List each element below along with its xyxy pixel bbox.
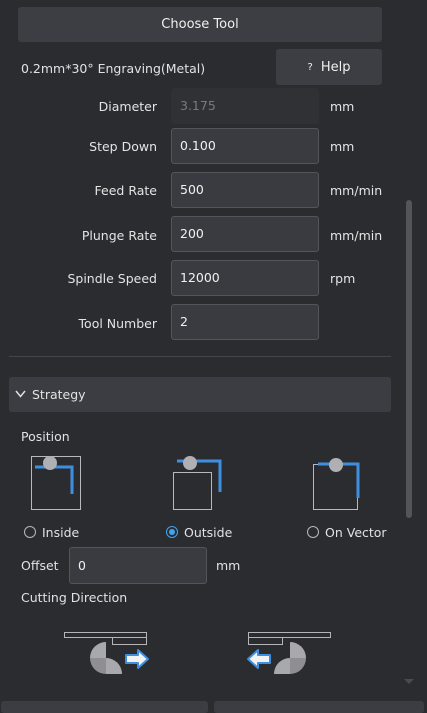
help-label: Help xyxy=(320,59,351,75)
plunge-rate-label: Plunge Rate xyxy=(81,228,157,243)
diameter-unit: mm xyxy=(330,99,355,114)
on-vector-position-icon[interactable] xyxy=(310,452,368,514)
plunge-rate-unit: mm/min xyxy=(330,228,383,243)
feed-rate-unit: mm/min xyxy=(330,183,383,198)
outside-label: Outside xyxy=(184,525,233,540)
outside-position-icon[interactable] xyxy=(170,452,228,514)
offset-field[interactable]: 0 xyxy=(69,547,207,584)
position-label: Position xyxy=(21,429,70,444)
bottom-left-button[interactable] xyxy=(1,701,208,713)
diameter-label: Diameter xyxy=(98,99,157,114)
on-vector-label: On Vector xyxy=(325,525,387,540)
feed-rate-field[interactable]: 500 xyxy=(171,172,319,208)
on-vector-radio[interactable] xyxy=(307,526,319,538)
climb-direction-icon[interactable] xyxy=(60,628,152,676)
inside-label: Inside xyxy=(42,525,80,540)
spindle-speed-field[interactable]: 12000 xyxy=(171,260,319,296)
step-down-label: Step Down xyxy=(89,139,157,154)
strategy-title: Strategy xyxy=(32,387,86,402)
spindle-speed-label: Spindle Speed xyxy=(67,271,157,286)
choose-tool-label: Choose Tool xyxy=(161,17,239,32)
outside-radio[interactable] xyxy=(166,526,178,538)
help-icon: ? xyxy=(307,61,313,73)
bottom-right-button[interactable] xyxy=(214,701,424,713)
diameter-field: 3.175 xyxy=(171,88,319,124)
inside-position-icon[interactable] xyxy=(28,452,86,514)
inside-radio[interactable] xyxy=(24,526,36,538)
tool-name: 0.2mm*30° Engraving(Metal) xyxy=(21,61,206,76)
offset-unit: mm xyxy=(216,558,241,573)
scrollbar-thumb[interactable] xyxy=(406,200,412,518)
tool-number-field[interactable]: 2 xyxy=(171,304,319,340)
choose-tool-button[interactable]: Choose Tool xyxy=(18,7,382,42)
strategy-header[interactable]: Strategy xyxy=(9,377,391,412)
spindle-speed-unit: rpm xyxy=(330,271,356,286)
scroll-down-icon[interactable] xyxy=(404,679,414,684)
plunge-rate-field[interactable]: 200 xyxy=(171,216,319,252)
section-divider xyxy=(9,356,391,357)
step-down-unit: mm xyxy=(330,139,355,154)
step-down-field[interactable]: 0.100 xyxy=(171,128,319,164)
cutting-direction-label: Cutting Direction xyxy=(21,590,128,605)
help-button[interactable]: ? Help xyxy=(276,49,382,85)
offset-label: Offset xyxy=(21,558,59,573)
feed-rate-label: Feed Rate xyxy=(94,183,157,198)
conventional-direction-icon[interactable] xyxy=(244,628,336,676)
tool-number-label: Tool Number xyxy=(78,316,157,331)
chevron-down-icon xyxy=(15,390,26,398)
